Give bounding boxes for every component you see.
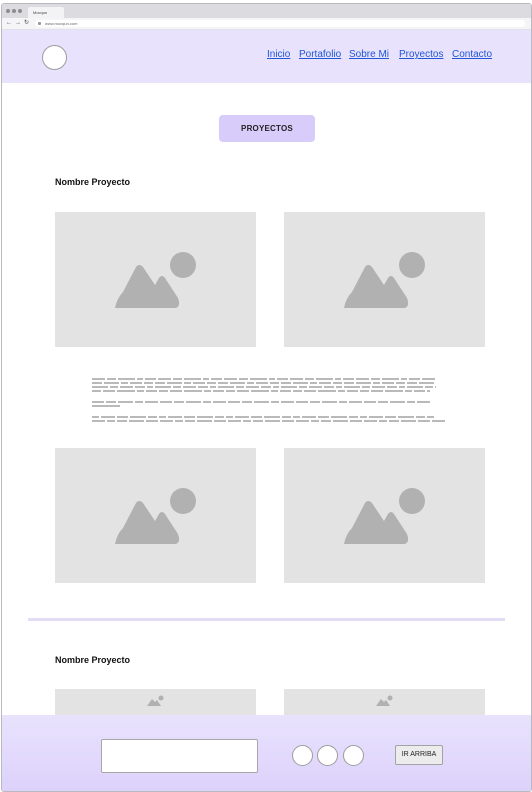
nav-link-inicio[interactable]: Inicio xyxy=(267,49,290,60)
social-icon[interactable] xyxy=(292,745,313,766)
image-icon xyxy=(344,488,425,544)
reload-icon[interactable]: ↻ xyxy=(24,19,29,28)
project-title: Nombre Proyecto xyxy=(55,655,131,665)
maximize-window-icon[interactable] xyxy=(18,9,22,13)
nav-link-proyectos[interactable]: Proyectos xyxy=(399,49,443,60)
minimize-window-icon[interactable] xyxy=(12,9,16,13)
placeholder-text-lines xyxy=(92,378,446,422)
social-icon[interactable] xyxy=(317,745,338,766)
nav-link-sobre-mi[interactable]: Sobre Mi xyxy=(349,49,389,60)
forward-icon[interactable]: → xyxy=(15,19,21,28)
site-footer: IR ARRIBA xyxy=(2,715,531,791)
browser-tabbar: Mocqun xyxy=(2,4,531,18)
section-divider xyxy=(28,618,505,621)
address-bar[interactable]: www.mocqun.com xyxy=(35,20,525,27)
image-placeholder xyxy=(284,448,485,583)
browser-navbar: ← → ↻ www.mocqun.com xyxy=(2,18,531,30)
image-placeholder xyxy=(55,212,256,347)
footer-text-input[interactable] xyxy=(101,739,258,773)
project-title: Nombre Proyecto xyxy=(55,177,131,187)
nav-link-portafolio[interactable]: Portafolio xyxy=(299,49,341,60)
social-icon[interactable] xyxy=(343,745,364,766)
address-text: www.mocqun.com xyxy=(45,21,78,26)
image-icon xyxy=(115,252,196,308)
image-placeholder xyxy=(284,212,485,347)
image-placeholder xyxy=(55,448,256,583)
browser-tab[interactable]: Mocqun xyxy=(28,7,64,18)
site-header: Inicio Portafolio Sobre Mi Proyectos Con… xyxy=(2,30,531,83)
image-icon xyxy=(344,252,425,308)
nav-link-contacto[interactable]: Contacto xyxy=(452,49,492,60)
logo-placeholder[interactable] xyxy=(42,45,67,70)
placeholder-text-block xyxy=(90,377,450,427)
image-icon xyxy=(115,488,196,544)
browser-window: Mocqun ← → ↻ www.mocqun.com Inicio Porta… xyxy=(1,3,532,792)
close-window-icon[interactable] xyxy=(6,9,10,13)
lock-icon xyxy=(38,22,41,25)
ir-arriba-button[interactable]: IR ARRIBA xyxy=(395,745,443,765)
back-icon[interactable]: ← xyxy=(6,19,12,28)
proyectos-button[interactable]: PROYECTOS xyxy=(219,115,315,142)
